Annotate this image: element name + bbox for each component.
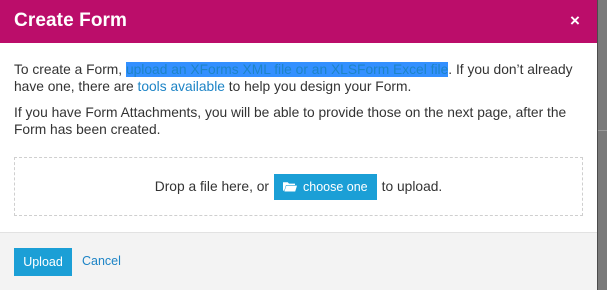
choose-file-label: choose one (303, 179, 368, 194)
intro-paragraph: To create a Form, upload an XForms XML f… (14, 61, 583, 95)
attachments-paragraph: If you have Form Attachments, you will b… (14, 105, 567, 137)
create-form-modal: Create Form × To create a Form, upload a… (0, 0, 598, 290)
cancel-link[interactable]: Cancel (82, 254, 121, 268)
folder-open-icon (283, 182, 297, 192)
upload-button[interactable]: Upload (14, 248, 72, 276)
file-dropzone[interactable]: Drop a file here, or choose one to uploa… (14, 157, 583, 216)
modal-footer: Upload Cancel (0, 232, 597, 290)
dropzone-suffix: to upload. (381, 179, 443, 194)
background-page-edge (598, 0, 607, 290)
modal-header: Create Form × (0, 0, 597, 43)
close-icon[interactable]: × (566, 10, 584, 32)
choose-file-button[interactable]: choose one (274, 173, 377, 200)
modal-body: To create a Form, upload an XForms XML f… (0, 43, 597, 216)
tools-available-link[interactable]: tools available (138, 79, 225, 94)
upload-xforms-link[interactable]: upload an XForms XML file or an XLSForm … (125, 62, 449, 77)
background-divider (598, 130, 607, 131)
modal-title: Create Form (14, 10, 128, 31)
intro-suffix: to help you design your Form. (224, 79, 412, 94)
intro-prefix: To create a Form, (14, 62, 126, 77)
dropzone-prefix: Drop a file here, or (154, 179, 269, 194)
